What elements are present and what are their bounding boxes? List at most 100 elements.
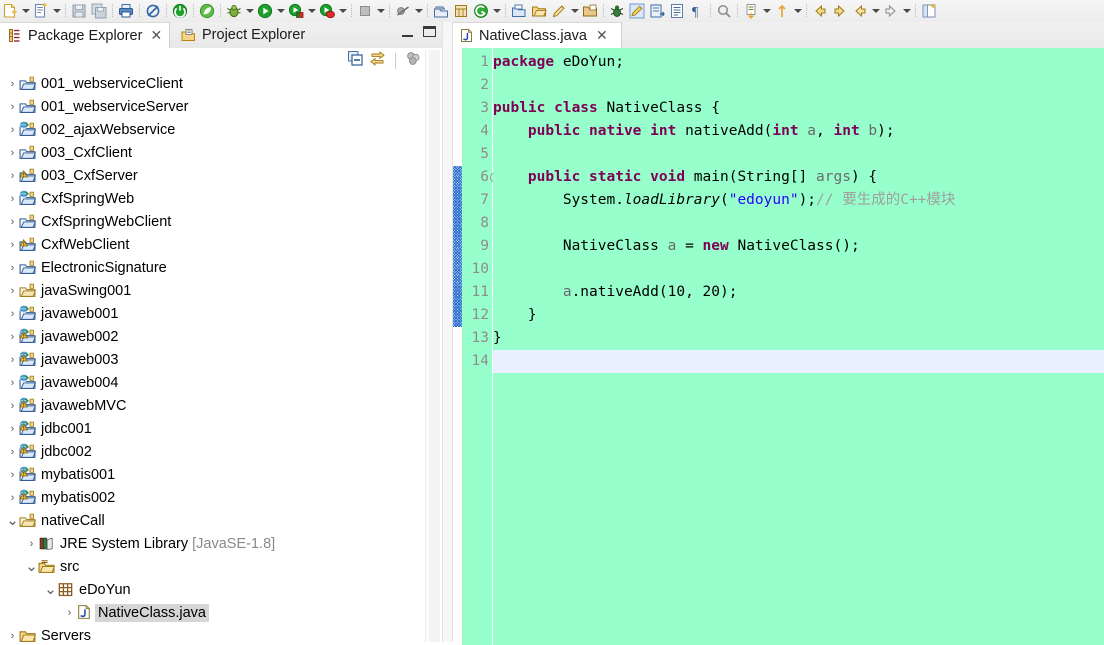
tree-item[interactable]: › mybatis002 — [0, 486, 425, 509]
chevron-down-icon[interactable] — [870, 2, 881, 20]
chevron-right-icon[interactable]: › — [63, 601, 76, 624]
show-whitespace-icon[interactable] — [668, 2, 686, 20]
spring-leaf-icon[interactable] — [198, 2, 216, 20]
chevron-right-icon[interactable]: › — [6, 279, 19, 302]
chevron-right-icon[interactable]: › — [6, 486, 19, 509]
chevron-right-icon[interactable]: › — [6, 417, 19, 440]
chevron-right-icon[interactable]: › — [6, 463, 19, 486]
tab-project-explorer[interactable]: Project Explorer — [174, 22, 312, 48]
chevron-right-icon[interactable]: › — [25, 532, 38, 555]
pilcrow-icon[interactable]: ¶ — [688, 2, 706, 20]
new-class-icon[interactable] — [32, 2, 50, 20]
editor-tab-nativeclass[interactable]: NativeClass.java ✕ — [453, 22, 622, 48]
tree-item[interactable]: › Servers — [0, 624, 425, 643]
chevron-right-icon[interactable]: › — [6, 164, 19, 187]
tree-item[interactable]: › jdbc001 — [0, 417, 425, 440]
chevron-right-icon[interactable]: › — [6, 624, 19, 642]
debug-bug-icon[interactable] — [225, 2, 243, 20]
tree-item[interactable]: › CxfSpringWeb — [0, 187, 425, 210]
tree-item[interactable]: › javaweb004 — [0, 371, 425, 394]
coverage-icon[interactable] — [318, 2, 336, 20]
link-with-editor-icon[interactable] — [369, 50, 386, 72]
tree-item[interactable]: › javaweb003 — [0, 348, 425, 371]
tree-item[interactable]: › javaweb002 — [0, 325, 425, 348]
tree-item[interactable]: › 003_CxfServer — [0, 164, 425, 187]
chevron-down-icon[interactable] — [275, 2, 286, 20]
tree-item-selected[interactable]: › NativeClass.java — [0, 601, 425, 624]
tree-item[interactable]: › javawebMVC — [0, 394, 425, 417]
save-all-icon[interactable] — [90, 2, 108, 20]
tree-item[interactable]: ⌄ src — [0, 555, 425, 578]
tree-item[interactable]: › javaSwing001 — [0, 279, 425, 302]
chevron-down-icon[interactable]: ⌄ — [6, 509, 19, 532]
chevron-down-icon[interactable] — [761, 2, 772, 20]
open-folder-icon[interactable] — [530, 2, 548, 20]
close-icon[interactable]: ✕ — [596, 29, 608, 43]
close-icon[interactable]: ✕ — [150, 29, 162, 43]
chevron-down-icon[interactable] — [792, 2, 803, 20]
spring-power-icon[interactable] — [171, 2, 189, 20]
focus-active-task-icon[interactable] — [405, 50, 422, 72]
run-play-icon[interactable] — [256, 2, 274, 20]
next-annotation-icon[interactable] — [648, 2, 666, 20]
highlight-pen-icon[interactable] — [628, 2, 646, 20]
tree-item[interactable]: › jdbc002 — [0, 440, 425, 463]
tree-item[interactable]: › javaweb001 — [0, 302, 425, 325]
chevron-right-icon[interactable]: › — [6, 440, 19, 463]
chevron-down-icon[interactable] — [337, 2, 348, 20]
ant-icon[interactable] — [608, 2, 626, 20]
chevron-down-icon[interactable] — [20, 2, 31, 20]
tree-scrollbar[interactable] — [425, 50, 443, 642]
panel-divider[interactable] — [442, 22, 453, 642]
new-package-icon[interactable] — [432, 2, 450, 20]
chevron-down-icon[interactable]: ⌄ — [44, 578, 57, 601]
mark-occurrences-icon[interactable] — [144, 2, 162, 20]
save-icon[interactable] — [70, 2, 88, 20]
chevron-down-icon[interactable] — [569, 2, 580, 20]
tree-scrollbar-track[interactable] — [429, 50, 440, 642]
tree-item[interactable]: ⌄ eDoYun — [0, 578, 425, 601]
new-project-icon[interactable] — [452, 2, 470, 20]
editor-code-area[interactable]: package eDoYun; public class NativeClass… — [493, 48, 1104, 645]
pencil-search-icon[interactable] — [550, 2, 568, 20]
next-marker-icon[interactable] — [742, 2, 760, 20]
chevron-right-icon[interactable]: › — [6, 348, 19, 371]
chevron-down-icon[interactable] — [306, 2, 317, 20]
chevron-right-icon[interactable]: › — [6, 371, 19, 394]
stop-icon[interactable] — [356, 2, 374, 20]
tree-item[interactable]: ⌄ nativeCall — [0, 509, 425, 532]
chevron-right-icon[interactable]: › — [6, 233, 19, 256]
tree-item[interactable]: › 001_webserviceServer — [0, 95, 425, 118]
chevron-right-icon[interactable]: › — [6, 141, 19, 164]
skip-breakpoints-icon[interactable] — [394, 2, 412, 20]
chevron-down-icon[interactable] — [244, 2, 255, 20]
chevron-right-icon[interactable]: › — [6, 95, 19, 118]
chevron-down-icon[interactable] — [375, 2, 386, 20]
minimize-icon[interactable] — [402, 26, 413, 37]
open-resource-icon[interactable] — [581, 2, 599, 20]
chevron-right-icon[interactable]: › — [6, 394, 19, 417]
collapse-all-icon[interactable] — [347, 50, 364, 72]
tree-item[interactable]: › 001_webserviceClient — [0, 72, 425, 95]
chevron-right-icon[interactable]: › — [6, 118, 19, 141]
tree-item[interactable]: › 002_ajaxWebservice — [0, 118, 425, 141]
tree-item[interactable]: › CxfWebClient — [0, 233, 425, 256]
chevron-down-icon[interactable] — [901, 2, 912, 20]
chevron-down-icon[interactable] — [51, 2, 62, 20]
back-history-icon[interactable] — [851, 2, 869, 20]
chevron-down-icon[interactable] — [491, 2, 502, 20]
tab-package-explorer[interactable]: Package Explorer ✕ — [0, 22, 171, 48]
forward-history-icon[interactable] — [882, 2, 900, 20]
open-perspective-icon[interactable] — [920, 2, 938, 20]
chevron-right-icon[interactable]: › — [6, 210, 19, 233]
back-arrow-icon[interactable] — [811, 2, 829, 20]
search-ref-icon[interactable] — [715, 2, 733, 20]
chevron-right-icon[interactable]: › — [6, 325, 19, 348]
tree-item[interactable]: › CxfSpringWebClient — [0, 210, 425, 233]
chevron-right-icon[interactable]: › — [6, 302, 19, 325]
external-tools-icon[interactable] — [287, 2, 305, 20]
editor-body[interactable]: 1 2 3 4 5 6 7 8 9 10 11 12 13 14 package eDoYun; publ… — [453, 48, 1104, 645]
print-icon[interactable] — [117, 2, 135, 20]
chevron-right-icon[interactable]: › — [6, 256, 19, 279]
previous-marker-icon[interactable] — [773, 2, 791, 20]
